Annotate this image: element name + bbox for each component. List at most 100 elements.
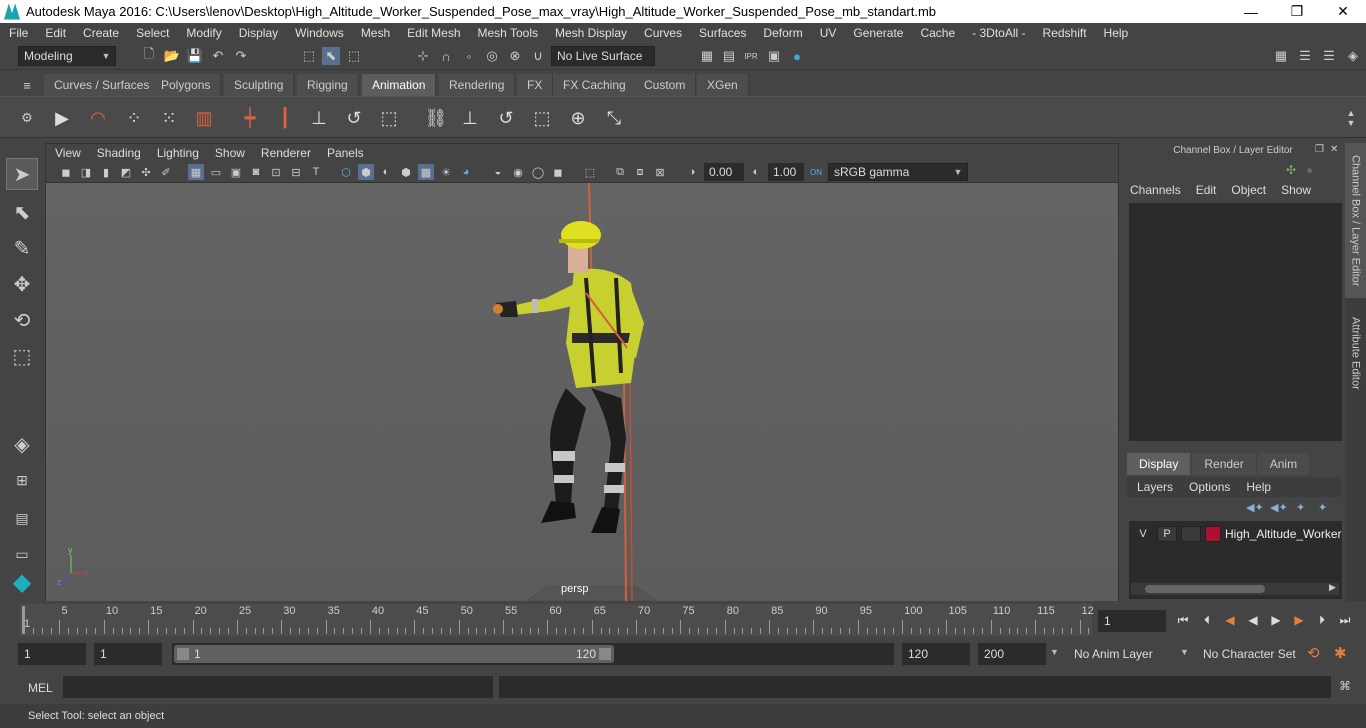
- anim-layer-selector[interactable]: No Anim Layer: [1068, 643, 1172, 665]
- range-end-grip[interactable]: [599, 648, 611, 660]
- xray-icon[interactable]: ⧉: [612, 164, 628, 180]
- anti-aliasing-icon[interactable]: ◯: [530, 164, 546, 180]
- animation-preferences-icon[interactable]: ✱: [1334, 644, 1347, 662]
- lasso-tool-icon[interactable]: ⬉: [6, 196, 38, 228]
- tab-fx-caching[interactable]: FX Caching: [553, 74, 637, 96]
- field-chart-icon[interactable]: ⊡: [268, 164, 284, 180]
- close-button[interactable]: ✕: [1320, 0, 1366, 23]
- use-all-lights-icon[interactable]: ☀: [438, 164, 454, 180]
- gamma-icon[interactable]: ◐: [748, 164, 764, 180]
- layer-color-swatch[interactable]: [1205, 526, 1221, 542]
- ipr-render-icon[interactable]: IPR: [742, 47, 760, 65]
- resolution-gate-icon[interactable]: ▣: [228, 164, 244, 180]
- paint-select-tool-icon[interactable]: ✎: [6, 232, 38, 264]
- layer-menu-help[interactable]: Help: [1236, 480, 1277, 494]
- grease-pencil-icon[interactable]: ✐: [158, 164, 174, 180]
- viewport-menu-panels[interactable]: Panels: [318, 146, 371, 160]
- layer-display-type[interactable]: [1181, 526, 1201, 542]
- scale-tool-icon[interactable]: ⬚: [6, 340, 38, 372]
- breakdown-key-icon[interactable]: ┃: [271, 104, 299, 132]
- new-scene-icon[interactable]: 🗋: [140, 46, 158, 65]
- select-component-icon[interactable]: ⬚: [345, 47, 363, 65]
- ik-spline-icon[interactable]: ↺: [340, 104, 368, 132]
- float-panel-icon[interactable]: ❐: [1315, 144, 1324, 155]
- layer-tab-display[interactable]: Display: [1127, 453, 1191, 475]
- tab-sculpting[interactable]: Sculpting: [224, 74, 295, 96]
- bookmark-icon[interactable]: ▮: [98, 164, 114, 180]
- gate-mask-icon[interactable]: ◙: [248, 164, 264, 180]
- viewport-menu-shading[interactable]: Shading: [88, 146, 148, 160]
- image-plane-icon[interactable]: ◩: [118, 164, 134, 180]
- perspective-viewport[interactable]: y x z persp: [46, 183, 1118, 601]
- close-panel-icon[interactable]: ✕: [1330, 144, 1338, 155]
- step-back-key-icon[interactable]: ◀: [1221, 612, 1239, 628]
- graph-editor-icon[interactable]: ◠: [84, 104, 112, 132]
- menu-help[interactable]: Help: [1095, 26, 1137, 40]
- camera-select-icon[interactable]: ◼: [58, 164, 74, 180]
- snap-surface-icon[interactable]: ⊗: [506, 47, 524, 65]
- menu-select[interactable]: Select: [127, 26, 177, 40]
- shadows-icon[interactable]: ◕: [458, 164, 474, 180]
- layer-row[interactable]: V P High_Altitude_Worker: [1129, 524, 1342, 544]
- restore-button[interactable]: ❐: [1274, 0, 1320, 23]
- move-layer-up-icon[interactable]: ◀✦: [1246, 501, 1264, 514]
- redo-icon[interactable]: ↷: [232, 47, 250, 65]
- menu-mesh-display[interactable]: Mesh Display: [546, 26, 635, 40]
- snap-point-icon[interactable]: ◦: [460, 47, 478, 65]
- orient-constraint-icon[interactable]: ↺: [492, 104, 520, 132]
- viewport-menu-view[interactable]: View: [46, 146, 88, 160]
- channel-list[interactable]: [1129, 203, 1342, 441]
- ghost-icon[interactable]: ⁙: [155, 104, 183, 132]
- shelf-scroll-icon[interactable]: ▲ ▼: [1344, 99, 1358, 137]
- layer-menu-options[interactable]: Options: [1179, 480, 1236, 494]
- channel-box-toggle-icon[interactable]: ◈: [1344, 47, 1362, 65]
- step-forward-key-icon[interactable]: ▶: [1290, 612, 1308, 628]
- channel-box-menu-edit[interactable]: Edit: [1188, 183, 1224, 201]
- character-set-selector[interactable]: No Character Set: [1197, 643, 1299, 665]
- tab-polygons[interactable]: Polygons: [151, 74, 222, 96]
- 2d-pan-zoom-icon[interactable]: ✣: [138, 164, 154, 180]
- menu-windows[interactable]: Windows: [286, 26, 352, 40]
- render-view-icon[interactable]: ▣: [765, 47, 783, 65]
- menu-uv[interactable]: UV: [811, 26, 845, 40]
- layer-visibility-toggle[interactable]: V: [1133, 526, 1153, 542]
- playback-start-field[interactable]: 1: [94, 643, 162, 665]
- isolate-select-icon[interactable]: ⬚: [582, 164, 598, 180]
- go-to-end-icon[interactable]: ⏭: [1336, 612, 1354, 628]
- playback-end-field[interactable]: 120: [902, 643, 970, 665]
- range-start-grip[interactable]: [177, 648, 189, 660]
- menu-3dtoall[interactable]: - 3DtoAll -: [963, 26, 1033, 40]
- aim-constraint-icon[interactable]: ⊕: [564, 104, 592, 132]
- tab-custom[interactable]: Custom: [634, 74, 697, 96]
- mode-selector[interactable]: Modeling ▼: [18, 46, 116, 66]
- save-scene-icon[interactable]: 💾: [186, 47, 204, 65]
- layer-scrollbar-thumb[interactable]: [1145, 585, 1265, 593]
- layer-tab-render[interactable]: Render: [1192, 453, 1256, 475]
- range-slider-handle[interactable]: 1 120: [174, 645, 614, 663]
- channel-box-menu-channels[interactable]: Channels: [1122, 183, 1188, 201]
- playblast-icon[interactable]: ▶: [48, 104, 76, 132]
- select-object-icon[interactable]: ⬉: [322, 47, 340, 65]
- ik-handle-icon[interactable]: ⊥: [305, 104, 333, 132]
- menu-surfaces[interactable]: Surfaces: [690, 26, 754, 40]
- menu-display[interactable]: Display: [230, 26, 286, 40]
- motion-blur-icon[interactable]: ◉: [510, 164, 526, 180]
- range-slider-track[interactable]: 1 120: [172, 643, 894, 665]
- viewport-menu-lighting[interactable]: Lighting: [148, 146, 206, 160]
- wireframe-on-shaded-icon[interactable]: ⬢: [398, 164, 414, 180]
- gamma-field[interactable]: 1.00: [768, 163, 804, 181]
- menu-file[interactable]: File: [0, 26, 36, 40]
- layer-scrollbar[interactable]: ▶: [1131, 582, 1339, 595]
- channel-box-menu-object[interactable]: Object: [1223, 183, 1273, 201]
- tool-settings-toggle-icon[interactable]: ☰: [1320, 47, 1338, 65]
- menu-cache[interactable]: Cache: [911, 26, 963, 40]
- layer-tab-anim[interactable]: Anim: [1257, 453, 1310, 475]
- exposure-icon[interactable]: ◑: [684, 164, 700, 180]
- layout-icon[interactable]: ▤: [6, 502, 38, 534]
- mel-input[interactable]: [63, 676, 493, 698]
- xray-joints-icon[interactable]: ⧈: [632, 164, 648, 180]
- film-gate-icon[interactable]: ▭: [208, 164, 224, 180]
- layer-playback-toggle[interactable]: P: [1157, 526, 1177, 542]
- rotate-tool-icon[interactable]: ⟲: [6, 304, 38, 336]
- camera-attributes-icon[interactable]: ◨: [78, 164, 94, 180]
